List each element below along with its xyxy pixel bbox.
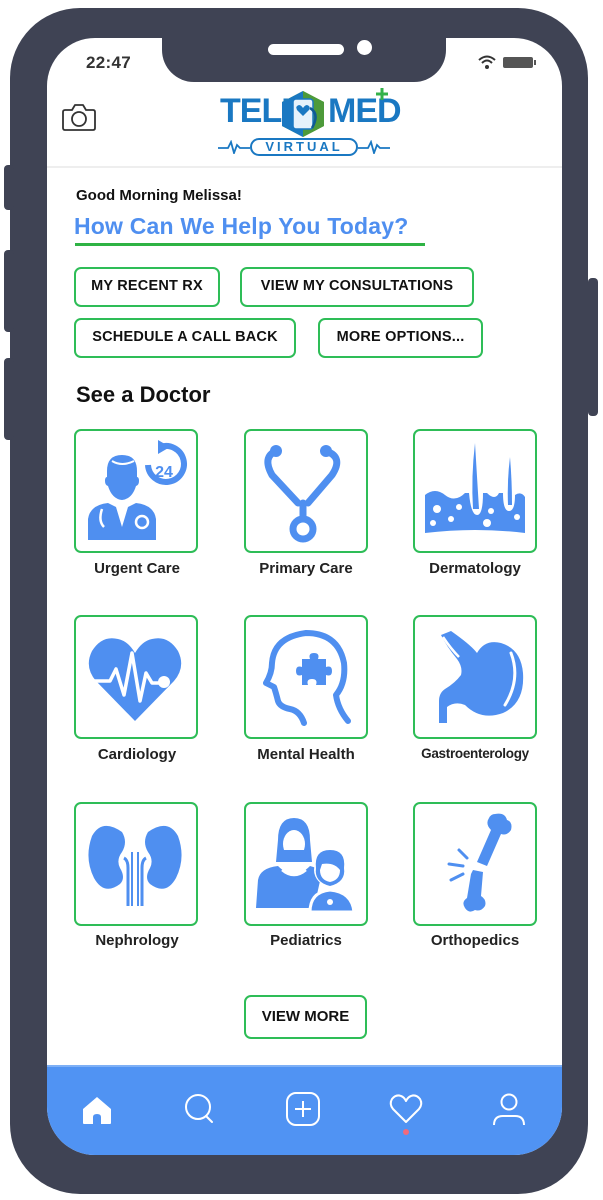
kidneys-icon — [88, 825, 182, 906]
heart-pulse-icon — [88, 638, 182, 721]
bottom-tab-bar — [47, 1065, 562, 1155]
header-divider — [47, 166, 562, 168]
view-more-button[interactable]: VIEW MORE — [244, 995, 367, 1039]
tab-home[interactable] — [77, 1089, 117, 1129]
tab-search[interactable] — [180, 1089, 220, 1129]
my-recent-rx-button[interactable]: MY RECENT RX — [74, 267, 220, 307]
specialty-tile-urgent-care[interactable]: 24 — [74, 429, 198, 553]
specialty-tile-gastroenterology[interactable] — [413, 615, 537, 739]
specialty-label: Mental Health — [257, 746, 355, 763]
head-puzzle-icon — [263, 630, 351, 726]
logo-plus-icon — [376, 88, 388, 100]
tab-add[interactable] — [283, 1089, 323, 1129]
wifi-icon — [478, 55, 496, 69]
broken-bone-icon — [447, 813, 512, 912]
battery-icon — [503, 57, 536, 68]
specialty-label: Urgent Care — [94, 560, 180, 577]
notification-dot — [403, 1129, 409, 1135]
specialty-tile-pediatrics[interactable] — [244, 802, 368, 926]
side-button-power — [588, 278, 598, 416]
urgent-care-doctor-24-icon: 24 — [88, 440, 187, 540]
status-time: 22:47 — [86, 53, 131, 72]
logo-pulse-left — [218, 140, 250, 154]
phone-speaker — [268, 44, 344, 55]
mother-child-icon — [256, 818, 356, 914]
telemed-virtual-logo: TELE MED VIRTUAL — [214, 88, 402, 160]
logo-word-med: MED — [328, 92, 402, 130]
specialty-label: Pediatrics — [270, 932, 342, 949]
specialty-label: Dermatology — [429, 560, 521, 577]
specialty-tile-orthopedics[interactable] — [413, 802, 537, 926]
tab-profile[interactable] — [489, 1089, 529, 1129]
specialty-label: Nephrology — [95, 932, 179, 949]
tab-favorites[interactable] — [386, 1089, 426, 1129]
user-icon — [493, 1093, 525, 1126]
front-camera — [357, 40, 372, 55]
app-screen — [47, 38, 562, 1155]
view-my-consultations-button[interactable]: VIEW MY CONSULTATIONS — [240, 267, 474, 307]
specialty-label: Primary Care — [259, 560, 353, 577]
specialty-label: Orthopedics — [430, 932, 520, 949]
home-icon — [83, 1097, 111, 1124]
logo-tagline: VIRTUAL — [250, 138, 358, 156]
svg-text:24: 24 — [155, 464, 173, 481]
specialty-tile-primary-care[interactable] — [244, 429, 368, 553]
specialty-label: Gastroenterology — [421, 746, 529, 761]
side-button-volume-down — [4, 358, 14, 440]
specialty-label: Cardiology — [97, 746, 177, 763]
logo-tablet-stethoscope-icon — [282, 91, 324, 137]
greeting-text: Good Morning Melissa! — [76, 187, 242, 204]
skin-hair-icon — [425, 443, 525, 533]
heart-icon — [389, 1094, 423, 1123]
logo-pulse-right — [358, 140, 390, 154]
camera-icon[interactable] — [62, 103, 96, 131]
help-heading-underline — [75, 243, 425, 246]
side-button-mute — [4, 165, 14, 210]
specialty-tile-dermatology[interactable] — [413, 429, 537, 553]
stethoscope-icon — [264, 445, 341, 543]
see-a-doctor-heading: See a Doctor — [76, 382, 211, 407]
search-icon — [185, 1094, 213, 1123]
specialty-tile-nephrology[interactable] — [74, 802, 198, 926]
side-button-volume-up — [4, 250, 14, 332]
schedule-call-back-button[interactable]: SCHEDULE A CALL BACK — [74, 318, 296, 358]
stomach-icon — [439, 631, 524, 723]
more-options-button[interactable]: MORE OPTIONS... — [318, 318, 483, 358]
help-heading: How Can We Help You Today? — [74, 213, 409, 239]
specialty-tile-mental-health[interactable] — [244, 615, 368, 739]
specialty-tile-cardiology[interactable] — [74, 615, 198, 739]
plus-square-icon — [286, 1092, 320, 1126]
